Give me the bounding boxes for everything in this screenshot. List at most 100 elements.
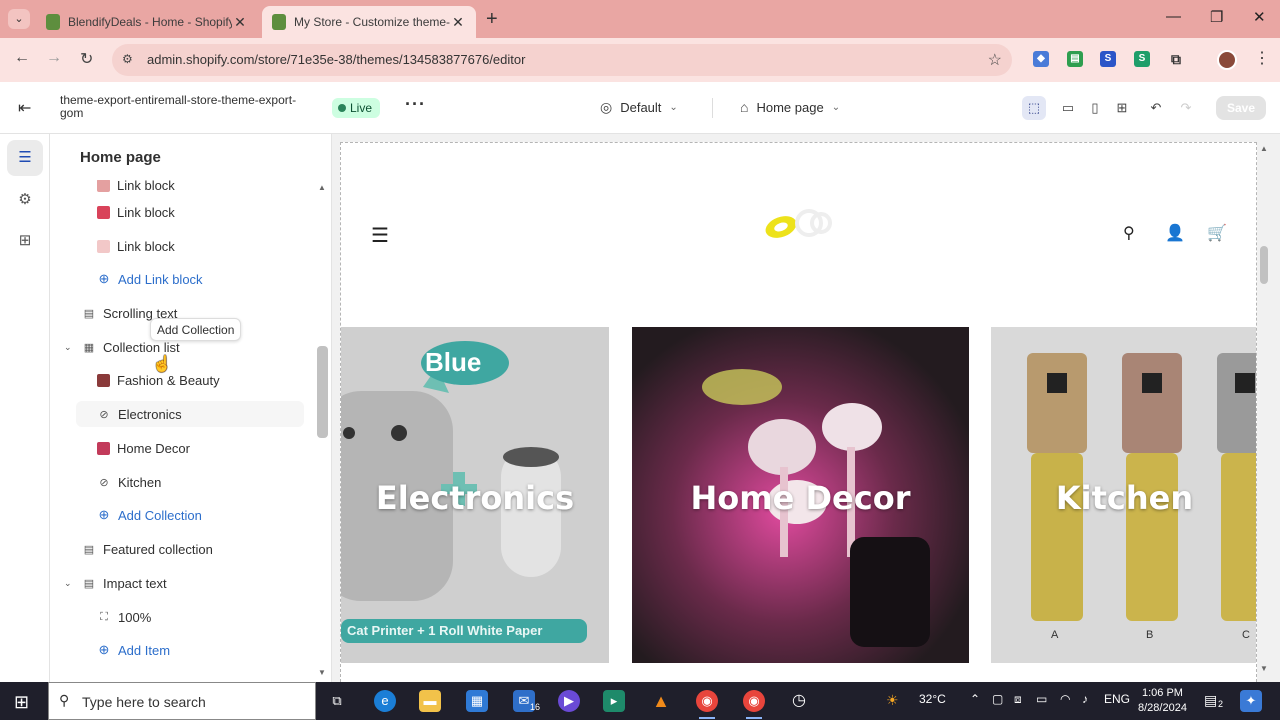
collection-card-home-decor[interactable]: Home Decor	[632, 327, 969, 663]
green-extension-icon[interactable]: ▤	[1067, 51, 1083, 67]
desktop-view-icon[interactable]: ▭	[1056, 96, 1080, 120]
store-logo[interactable]	[759, 205, 839, 241]
save-button[interactable]: Save	[1216, 96, 1266, 120]
s-extension-icon[interactable]: S	[1134, 51, 1150, 67]
apps-icon[interactable]: ⊞	[7, 223, 43, 259]
collection-icon: ⊘	[99, 476, 109, 489]
chrome-profile-icon[interactable]: ◉	[743, 690, 765, 719]
sidebar-scroll-down-icon[interactable]: ▼	[318, 668, 326, 677]
chevron-down-icon[interactable]: ⌄	[64, 342, 72, 353]
section-featured-collection[interactable]: ▤ Featured collection	[82, 536, 213, 562]
window-close-button[interactable]: ✕	[1253, 8, 1266, 26]
block-link-partial[interactable]: Link block	[97, 180, 175, 198]
blue-extension-icon[interactable]: S	[1100, 51, 1116, 67]
windows-start-icon[interactable]: ⊞	[14, 692, 29, 713]
url-text: admin.shopify.com/store/71e35e-38/themes…	[147, 52, 526, 67]
vlc-icon[interactable]: ▲	[650, 690, 672, 712]
add-item-button[interactable]: ⊕ Add Item	[97, 637, 170, 663]
plus-circle-icon: ⊕	[98, 271, 110, 286]
edge-icon[interactable]: e	[374, 690, 396, 712]
tray-icon[interactable]: ⧈	[1014, 692, 1022, 707]
page-picker[interactable]: ⌂ Home page ⌄	[740, 99, 840, 115]
site-info-icon[interactable]: ⚙	[122, 52, 133, 66]
collection-thumbnail-icon	[97, 441, 110, 455]
fullscreen-view-icon[interactable]: ⊞	[1110, 96, 1134, 120]
network-icon[interactable]: ◠	[1060, 692, 1070, 706]
live-status-badge: Live	[332, 98, 381, 118]
chevron-down-icon[interactable]: ⌄	[64, 578, 72, 589]
add-label: Add Link block	[118, 271, 203, 287]
sidebar-scrollbar-thumb[interactable]	[317, 346, 328, 438]
mobile-view-icon[interactable]: ▯	[1083, 96, 1107, 120]
theme-picker-label: Default	[620, 100, 662, 115]
browser-tab-blendify[interactable]: BlendifyDeals - Home - Shopify ✕	[36, 6, 258, 38]
add-link-block-button[interactable]: ⊕ Add Link block	[97, 266, 203, 292]
show-hidden-icons-icon[interactable]: ⌃	[970, 692, 980, 706]
bookmark-star-icon[interactable]: ☆	[988, 50, 1002, 70]
notifications-icon[interactable]: ▤	[1204, 692, 1217, 709]
restore-button[interactable]: ❐	[1210, 8, 1223, 26]
shield-extension-icon[interactable]: ◆	[1033, 51, 1049, 67]
sections-sidebar: Home page Link block Link block Link blo…	[50, 134, 332, 682]
block-collection-electronics[interactable]: ⊘ Electronics	[76, 401, 304, 427]
chrome-icon[interactable]: ◉	[696, 690, 718, 719]
preview-scrollbar[interactable]: ▲ ▼	[1258, 140, 1270, 680]
collection-card-kitchen[interactable]: A B C Kitchen	[991, 327, 1256, 663]
battery-icon[interactable]: ▭	[1036, 692, 1047, 706]
new-tab-button[interactable]: +	[486, 8, 498, 31]
tray-icon[interactable]: ▢	[992, 692, 1003, 706]
taskbar-search-box[interactable]: ⚲ Type here to search	[48, 682, 316, 720]
menu-hamburger-icon[interactable]: ☰	[371, 223, 389, 248]
system-clock[interactable]: 1:06 PM 8/28/2024	[1138, 686, 1187, 716]
block-collection-home-decor[interactable]: Home Decor	[97, 435, 190, 461]
add-collection-button[interactable]: ⊕ Add Collection	[97, 502, 202, 528]
weather-icon[interactable]: ☀	[886, 692, 899, 709]
collection-thumbnail-icon	[97, 373, 110, 387]
file-explorer-icon[interactable]: ▬	[419, 690, 441, 712]
exit-icon[interactable]: ⇤	[18, 98, 31, 118]
browser-tab-customize[interactable]: My Store - Customize theme-e ✕	[262, 6, 476, 38]
collection-card-electronics[interactable]: Blue Cat Printer + 1 Roll White Paper El…	[341, 327, 609, 663]
scroll-down-icon[interactable]: ▼	[1260, 664, 1268, 673]
back-icon[interactable]: ←	[14, 49, 30, 67]
block-link[interactable]: Link block	[97, 233, 175, 259]
more-actions-icon[interactable]: ···	[405, 94, 426, 115]
block-link[interactable]: Link block	[97, 199, 175, 225]
app-icon[interactable]: ▸	[603, 690, 625, 712]
section-impact-text[interactable]: ⌄ ▤ Impact text	[64, 570, 167, 596]
tab-search-button[interactable]: ⌄	[8, 9, 30, 29]
minimize-button[interactable]: —	[1166, 8, 1181, 25]
preview-frame[interactable]: ☰ ⚲ 👤 🛒 Blue Cat Printer + 1 Roll White …	[340, 142, 1257, 682]
forward-icon[interactable]: →	[46, 49, 62, 67]
search-icon[interactable]: ⚲	[1123, 223, 1135, 243]
block-thumbnail-icon	[97, 239, 110, 253]
account-icon[interactable]: 👤	[1165, 223, 1185, 243]
scroll-up-icon[interactable]: ▲	[1260, 144, 1268, 153]
cart-icon[interactable]: 🛒	[1207, 223, 1227, 243]
volume-icon[interactable]: ♪	[1082, 692, 1088, 706]
sections-icon[interactable]: ☰	[7, 140, 43, 176]
preview-scrollbar-thumb[interactable]	[1260, 246, 1268, 284]
theme-settings-picker[interactable]: ◎ Default ⌄	[600, 99, 678, 116]
chevron-down-icon: ⌄	[831, 101, 841, 113]
sidebar-scroll-up-icon[interactable]: ▲	[318, 183, 326, 192]
block-impact-item[interactable]: ⛶ 100%	[97, 604, 151, 630]
browser-menu-icon[interactable]: ⋮	[1254, 48, 1270, 68]
extensions-puzzle-icon[interactable]: ⧉	[1168, 51, 1184, 67]
close-icon[interactable]: ✕	[232, 14, 248, 31]
reload-icon[interactable]: ↻	[80, 49, 93, 69]
clock-app-icon[interactable]: ◷	[788, 690, 810, 712]
profile-avatar[interactable]	[1217, 50, 1237, 70]
undo-icon[interactable]: ↶	[1144, 96, 1168, 120]
store-icon[interactable]: ▦	[466, 690, 488, 712]
block-collection-kitchen[interactable]: ⊘ Kitchen	[97, 469, 161, 495]
address-bar[interactable]: ⚙ admin.shopify.com/store/71e35e-38/them…	[112, 44, 1012, 76]
media-player-icon[interactable]: ▶	[558, 690, 580, 712]
language-indicator[interactable]: ENG	[1104, 692, 1130, 706]
task-view-icon[interactable]: ⧉	[326, 690, 348, 712]
close-icon[interactable]: ✕	[450, 14, 466, 31]
copilot-icon[interactable]: ✦	[1240, 690, 1262, 712]
inspector-toggle-icon[interactable]: ⬚	[1022, 96, 1046, 120]
theme-settings-gear-icon[interactable]: ⚙	[7, 182, 43, 218]
redo-icon[interactable]: ↷	[1174, 96, 1198, 120]
